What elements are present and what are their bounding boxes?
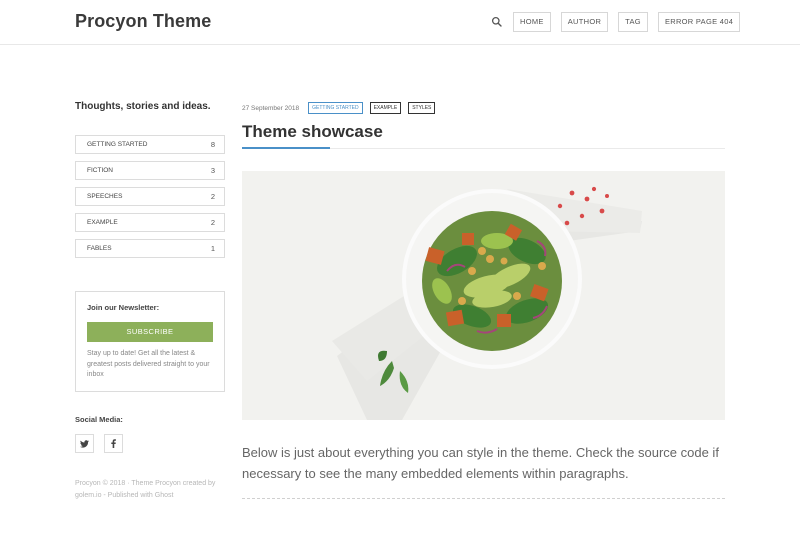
post-excerpt: Below is just about everything you can s… <box>242 445 719 481</box>
category-item[interactable]: FICTION 3 <box>75 161 225 180</box>
category-list: GETTING STARTED 8 FICTION 3 SPEECHES 2 E… <box>75 135 225 265</box>
tag-getting-started[interactable]: GETTING STARTED <box>308 102 363 114</box>
category-label: FABLES <box>87 245 112 252</box>
category-item[interactable]: EXAMPLE 2 <box>75 213 225 232</box>
category-label: FICTION <box>87 167 113 174</box>
category-label: EXAMPLE <box>87 219 118 226</box>
category-count: 2 <box>210 218 215 227</box>
post-title[interactable]: Theme showcase <box>242 122 383 142</box>
category-label: SPEECHES <box>87 193 123 200</box>
newsletter-box: Join our Newsletter: SUBSCRIBE Stay up t… <box>75 291 225 392</box>
post-divider <box>242 498 725 499</box>
twitter-icon[interactable] <box>75 434 94 453</box>
site-header: Procyon Theme HOME AUTHOR TAG ERROR PAGE… <box>0 0 800 45</box>
social-label: Social Media: <box>75 415 123 424</box>
tag-styles[interactable]: STYLES <box>408 102 436 114</box>
post-meta: 27 September 2018 GETTING STARTED EXAMPL… <box>242 102 436 114</box>
site-footer: Procyon © 2018 · Theme Procyon created b… <box>75 480 216 499</box>
nav-home[interactable]: HOME <box>513 12 551 32</box>
post-featured-image[interactable] <box>242 171 725 420</box>
category-count: 1 <box>210 244 215 253</box>
social-links <box>75 434 123 453</box>
site-title[interactable]: Procyon Theme <box>75 11 211 32</box>
category-label: GETTING STARTED <box>87 141 148 148</box>
site-tagline: Thoughts, stories and ideas. <box>75 101 211 112</box>
title-accent-bar <box>242 147 330 149</box>
main-nav: HOME AUTHOR TAG ERROR PAGE 404 <box>513 12 741 32</box>
tag-example[interactable]: EXAMPLE <box>369 102 402 114</box>
newsletter-title: Join our Newsletter: <box>87 303 160 312</box>
category-item[interactable]: GETTING STARTED 8 <box>75 135 225 154</box>
search-icon[interactable] <box>490 15 504 29</box>
category-count: 3 <box>210 166 215 175</box>
subscribe-button[interactable]: SUBSCRIBE <box>87 322 213 342</box>
category-item[interactable]: SPEECHES 2 <box>75 187 225 206</box>
post-date: 27 September 2018 <box>242 104 300 112</box>
category-item[interactable]: FABLES 1 <box>75 239 225 258</box>
nav-error-page[interactable]: ERROR PAGE 404 <box>657 12 741 32</box>
category-count: 2 <box>210 192 215 201</box>
nav-author[interactable]: AUTHOR <box>560 12 609 32</box>
nav-tag[interactable]: TAG <box>618 12 648 32</box>
facebook-icon[interactable] <box>104 434 123 453</box>
category-count: 8 <box>210 140 215 149</box>
newsletter-text: Stay up to date! Get all the latest & gr… <box>87 350 210 378</box>
